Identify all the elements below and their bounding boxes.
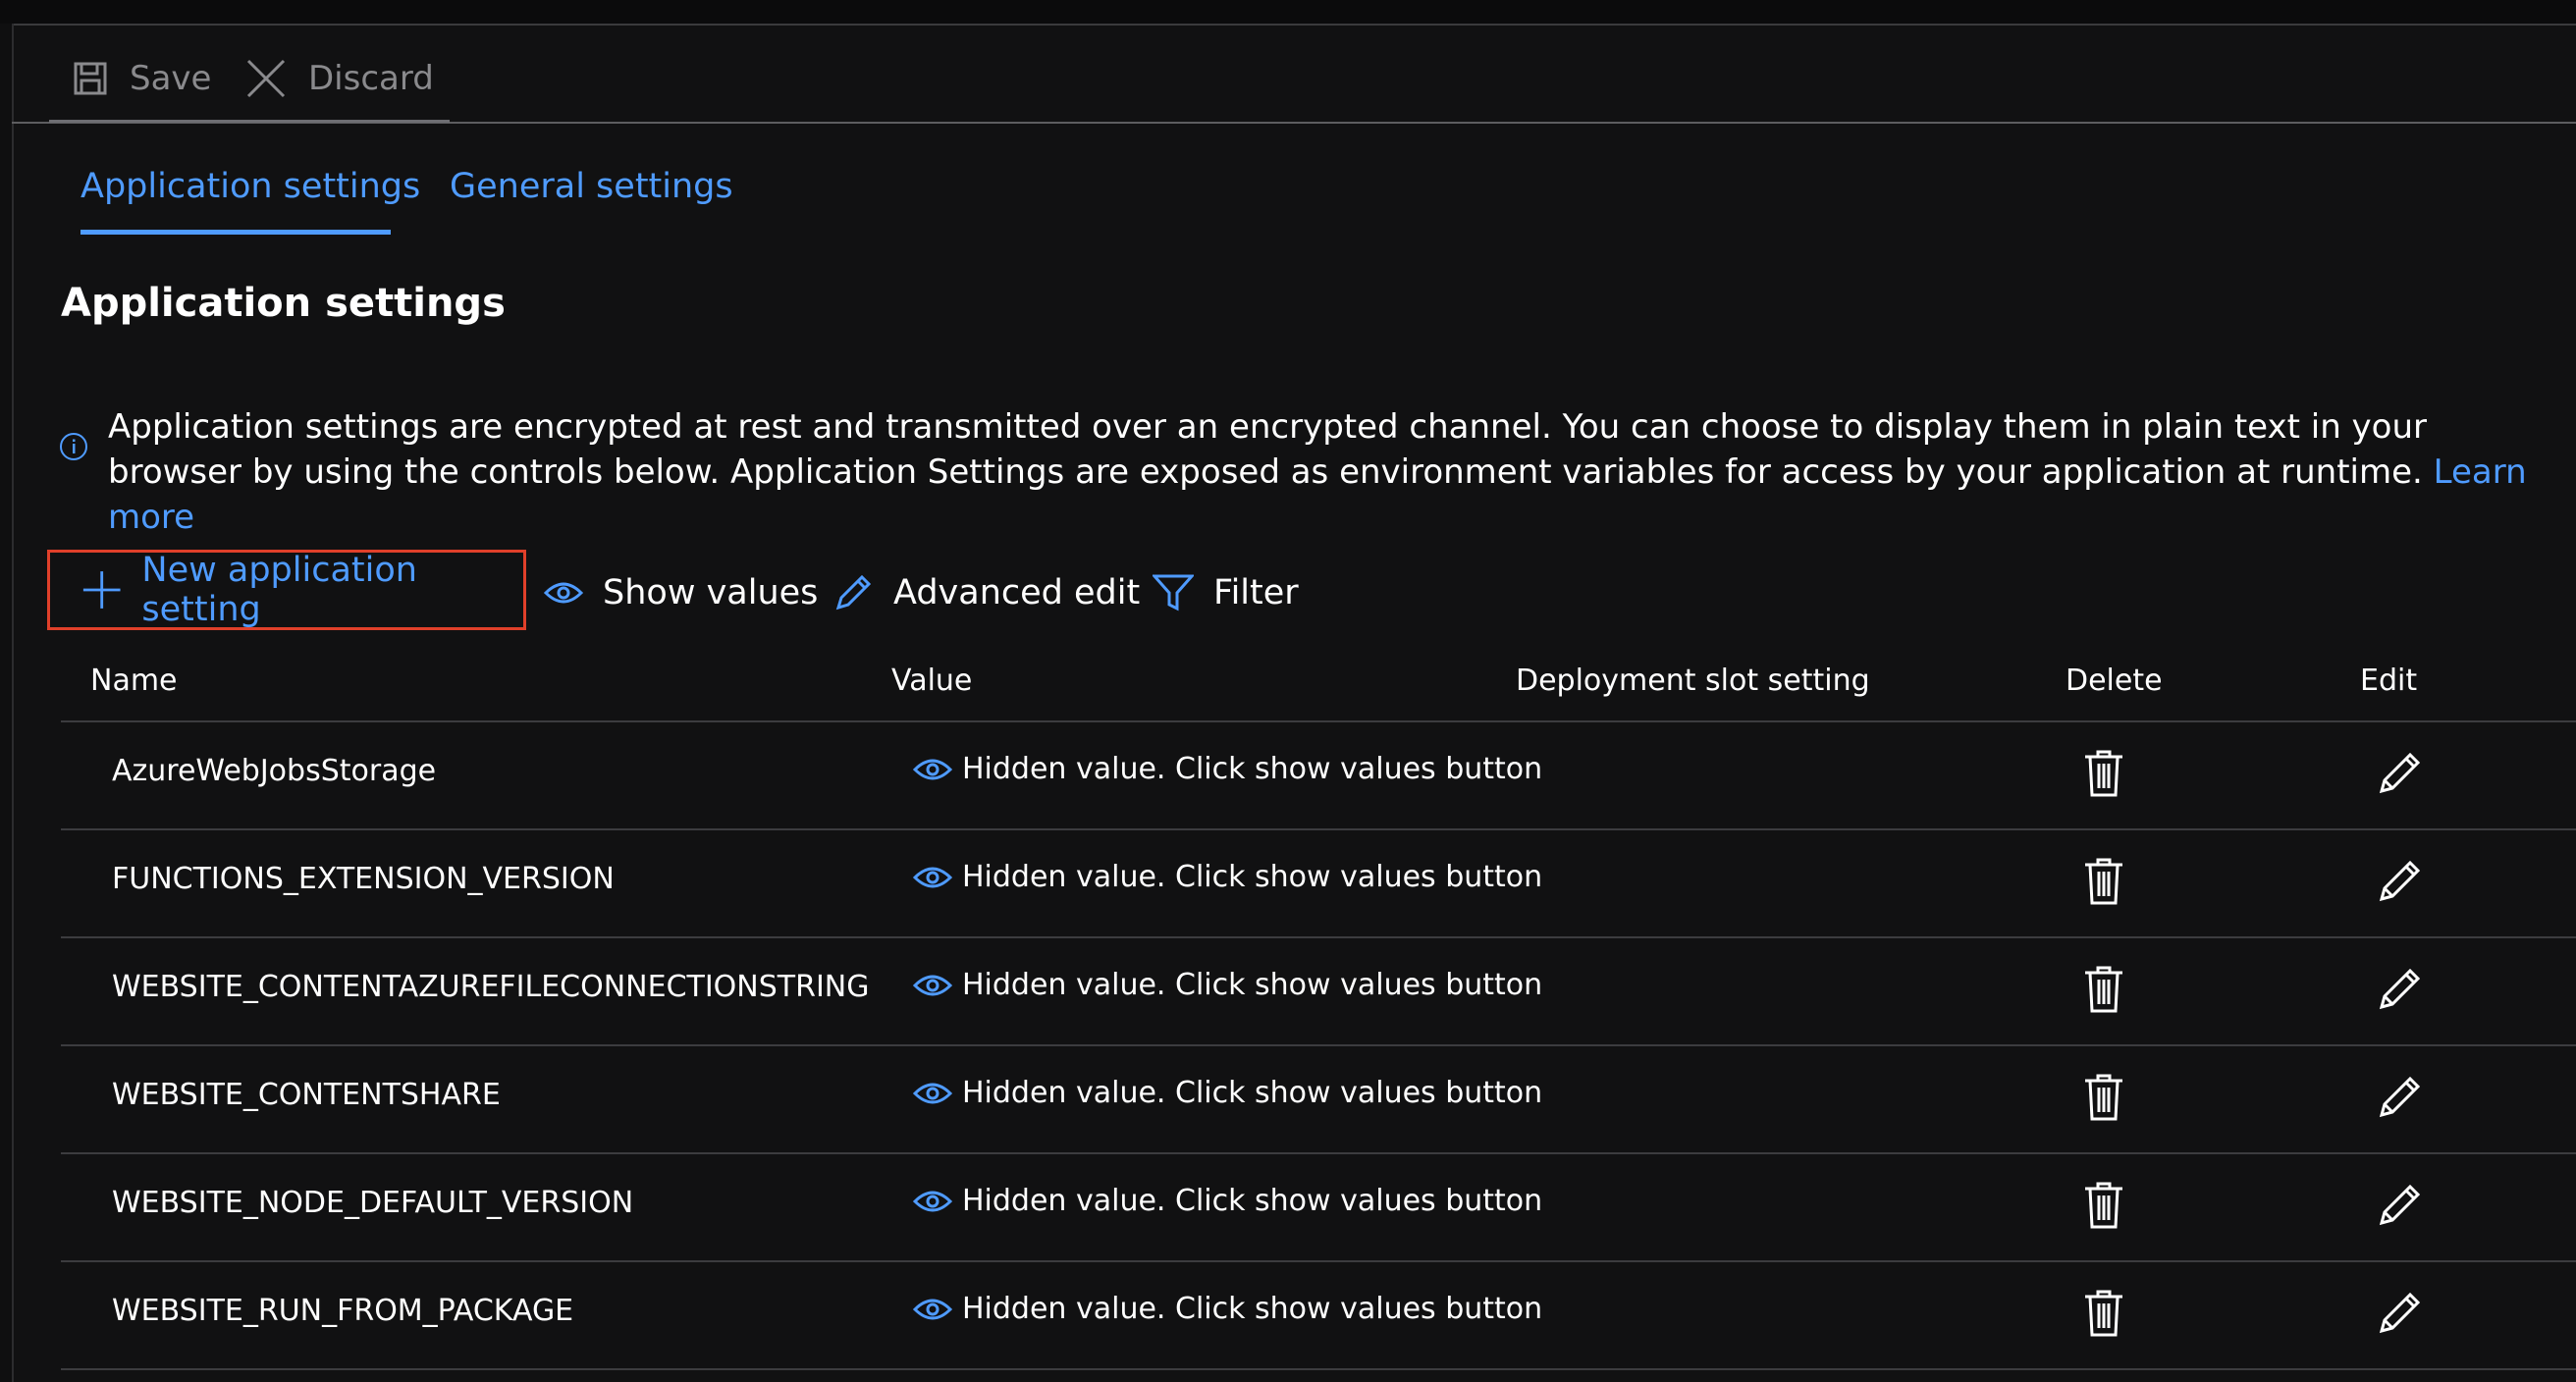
hidden-value-text: Hidden value. Click show values button a… <box>962 752 1549 786</box>
show-values-label: Show values <box>603 573 819 612</box>
page-title: Application settings <box>61 281 506 326</box>
filter-icon <box>1153 574 1194 611</box>
hidden-value-text: Hidden value. Click show values button a… <box>962 860 1549 894</box>
trash-icon <box>2085 966 2122 1013</box>
new-application-setting-button[interactable]: New application setting <box>47 550 526 630</box>
save-button[interactable]: Save <box>73 53 211 104</box>
hidden-value-text: Hidden value. Click show values button a… <box>962 1076 1549 1110</box>
column-header-deployment-slot: Deployment slot setting <box>1516 664 1870 698</box>
save-icon <box>74 62 107 95</box>
close-icon <box>246 59 286 98</box>
edit-button[interactable] <box>2374 1072 2425 1123</box>
left-edge <box>0 24 14 1382</box>
show-values-button[interactable]: Show values <box>544 561 818 624</box>
discard-label: Discard <box>308 59 434 98</box>
pencil-icon <box>2379 968 2421 1010</box>
table-row: WEBSITE_NODE_DEFAULT_VERSION Hidden value… <box>61 1152 2576 1260</box>
advanced-edit-label: Advanced edit <box>893 573 1141 612</box>
pencil-icon <box>2379 860 2421 902</box>
setting-name[interactable]: WEBSITE_NODE_DEFAULT_VERSION <box>112 1186 633 1220</box>
filter-button[interactable]: Filter <box>1153 561 1299 624</box>
setting-name[interactable]: AzureWebJobsStorage <box>112 754 436 788</box>
trash-icon <box>2085 1290 2122 1337</box>
command-toolbar: Save Discard <box>12 26 2576 124</box>
edit-button[interactable] <box>2374 856 2425 907</box>
column-header-name: Name <box>90 664 178 698</box>
edit-button[interactable] <box>2374 1288 2425 1339</box>
discard-button[interactable]: Discard <box>245 53 434 104</box>
eye-icon <box>913 1083 952 1103</box>
save-label: Save <box>130 59 212 98</box>
pencil-icon <box>2379 1292 2421 1334</box>
pencil-icon <box>2379 1184 2421 1226</box>
delete-button[interactable] <box>2081 856 2126 907</box>
trash-icon <box>2085 858 2122 905</box>
hidden-value[interactable]: Hidden value. Click show values button a… <box>913 1184 1549 1218</box>
eye-icon <box>913 759 952 779</box>
hidden-value[interactable]: Hidden value. Click show values button a… <box>913 752 1549 786</box>
setting-name[interactable]: WEBSITE_RUN_FROM_PACKAGE <box>112 1294 573 1328</box>
table-row: WEBSITE_RUN_FROM_PACKAGE Hidden value. Cl… <box>61 1260 2576 1370</box>
info-icon <box>60 433 87 460</box>
pencil-icon <box>2379 1076 2421 1118</box>
plus-icon <box>82 571 121 609</box>
pencil-icon <box>835 574 872 611</box>
hidden-value-text: Hidden value. Click show values button a… <box>962 968 1549 1002</box>
info-message-text: Application settings are encrypted at re… <box>108 407 2428 492</box>
edit-button[interactable] <box>2374 964 2425 1015</box>
eye-icon <box>913 867 952 887</box>
tab-general-settings[interactable]: General settings <box>450 167 733 206</box>
edit-button[interactable] <box>2374 748 2425 799</box>
table-row: WEBSITE_CONTENTSHARE Hidden value. Click … <box>61 1044 2576 1152</box>
column-header-delete: Delete <box>2066 664 2163 698</box>
hidden-value[interactable]: Hidden value. Click show values button a… <box>913 968 1549 1002</box>
delete-button[interactable] <box>2081 1180 2126 1231</box>
delete-button[interactable] <box>2081 1072 2126 1123</box>
hidden-value[interactable]: Hidden value. Click show values button a… <box>913 1292 1549 1326</box>
pencil-icon <box>2379 752 2421 794</box>
hidden-value[interactable]: Hidden value. Click show values button a… <box>913 1076 1549 1110</box>
delete-button[interactable] <box>2081 1288 2126 1339</box>
settings-table: AzureWebJobsStorage Hidden value. Click s… <box>61 720 2576 1370</box>
column-header-edit: Edit <box>2360 664 2418 698</box>
hidden-value-text: Hidden value. Click show values button a… <box>962 1184 1549 1218</box>
hidden-value-text: Hidden value. Click show values button a… <box>962 1292 1549 1326</box>
table-row: AzureWebJobsStorage Hidden value. Click s… <box>61 720 2576 828</box>
trash-icon <box>2085 750 2122 797</box>
trash-icon <box>2085 1074 2122 1121</box>
toolbar-underline <box>49 120 450 123</box>
setting-name[interactable]: WEBSITE_CONTENTSHARE <box>112 1078 501 1112</box>
top-strip <box>0 0 2576 26</box>
delete-button[interactable] <box>2081 964 2126 1015</box>
filter-label: Filter <box>1213 573 1299 612</box>
advanced-edit-button[interactable]: Advanced edit <box>832 561 1140 624</box>
info-message: Application settings are encrypted at re… <box>108 404 2543 540</box>
hidden-value[interactable]: Hidden value. Click show values button a… <box>913 860 1549 894</box>
edit-button[interactable] <box>2374 1180 2425 1231</box>
active-tab-indicator <box>80 230 391 235</box>
setting-name[interactable]: FUNCTIONS_EXTENSION_VERSION <box>112 862 615 896</box>
trash-icon <box>2085 1182 2122 1229</box>
setting-name[interactable]: WEBSITE_CONTENTAZUREFILECONNECTIONSTRING <box>112 970 870 1004</box>
delete-button[interactable] <box>2081 748 2126 799</box>
tab-application-settings[interactable]: Application settings <box>80 167 420 206</box>
eye-icon <box>913 1191 952 1211</box>
eye-icon <box>913 975 952 995</box>
table-row: WEBSITE_CONTENTAZUREFILECONNECTIONSTRING… <box>61 936 2576 1044</box>
new-application-setting-label: New application setting <box>141 551 417 629</box>
eye-icon <box>544 582 583 604</box>
eye-icon <box>913 1299 952 1319</box>
table-row: FUNCTIONS_EXTENSION_VERSION Hidden value.… <box>61 828 2576 936</box>
column-header-value: Value <box>891 664 973 698</box>
